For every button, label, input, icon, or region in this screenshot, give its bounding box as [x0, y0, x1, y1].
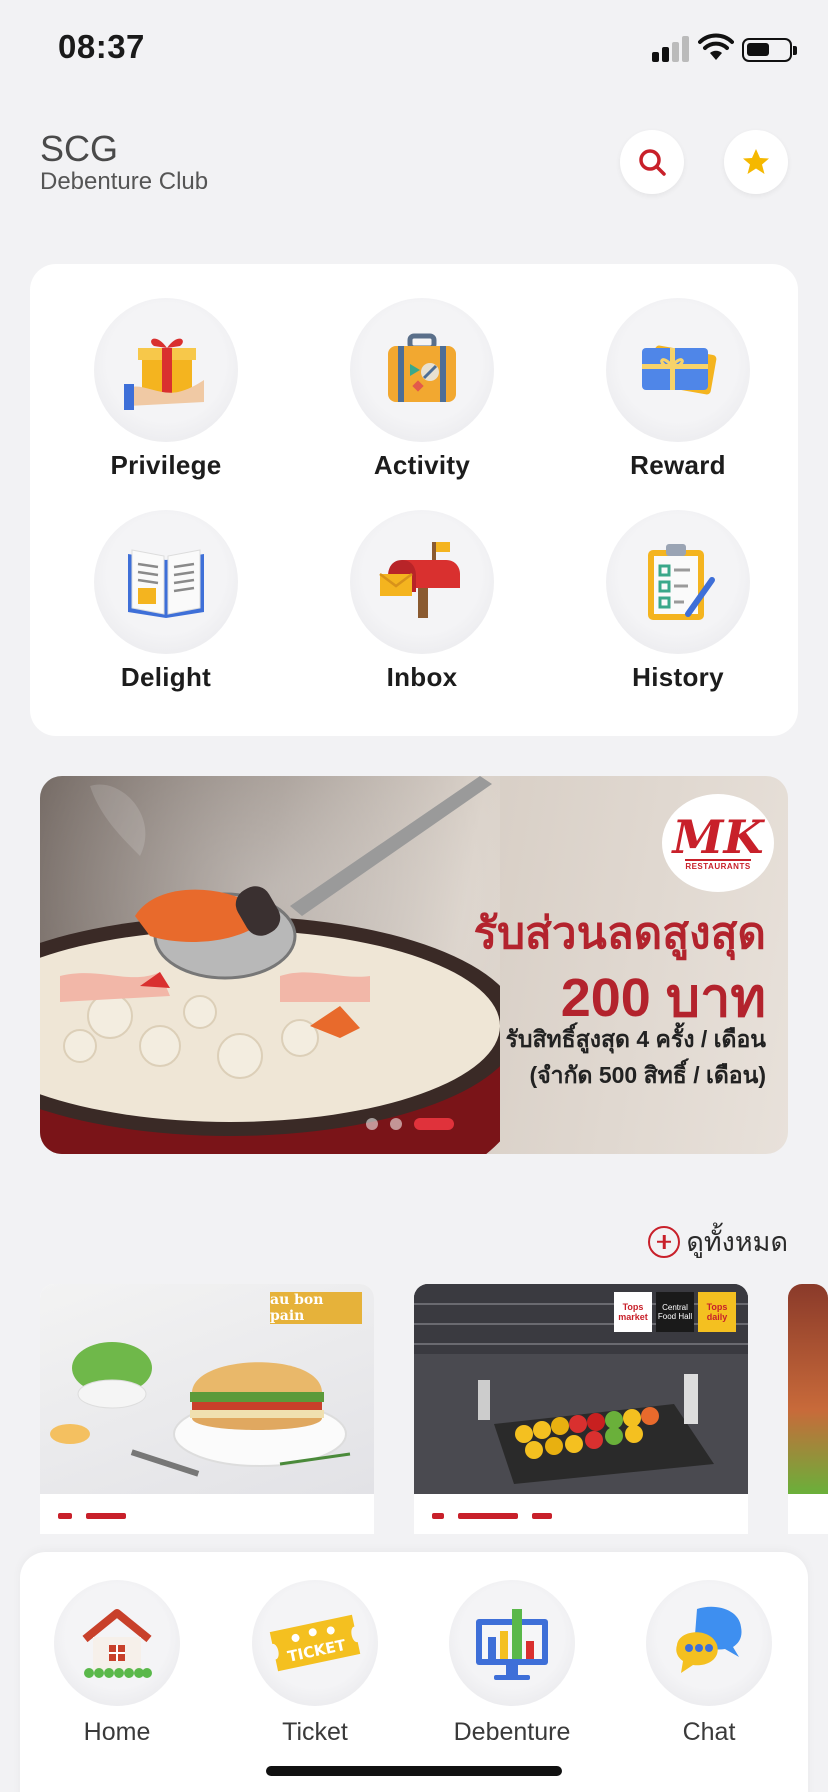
battery-icon — [742, 38, 792, 62]
tops-tags: Tops market Central Food Hall Tops daily — [614, 1292, 736, 1332]
battery-tip — [793, 46, 797, 55]
menu-privilege[interactable]: Privilege — [66, 298, 266, 488]
promo-card[interactable]: Tops market Central Food Hall Tops daily — [414, 1284, 748, 1534]
card-title — [432, 1506, 672, 1519]
au-bon-pain-tag: au bon pain — [270, 1292, 362, 1324]
gift-icon — [124, 338, 204, 410]
menu-label: Privilege — [110, 450, 222, 480]
nav-ticket[interactable]: TICKET Ticket — [230, 1580, 400, 1747]
promo-card-partial[interactable] — [788, 1284, 828, 1534]
monitor-chart-icon — [476, 1609, 548, 1680]
app-title: SCG — [40, 128, 119, 169]
mk-logo-sub: RESTAURANTS — [685, 859, 751, 871]
cellular-signal-icon — [652, 36, 690, 62]
carousel-dots[interactable] — [366, 1118, 454, 1130]
card-title — [58, 1506, 298, 1519]
suitcase-icon — [388, 333, 456, 402]
status-time: 08:37 — [58, 28, 145, 65]
menu-inbox[interactable]: Inbox — [322, 510, 522, 700]
nav-label: Ticket — [282, 1718, 348, 1746]
nav-chat[interactable]: Chat — [624, 1580, 794, 1747]
menu-label: Reward — [630, 450, 726, 480]
menu-label: History — [632, 662, 724, 692]
carousel-dot-active[interactable] — [414, 1118, 454, 1130]
sandwich-image: au bon pain — [40, 1284, 374, 1494]
mailbox-icon — [379, 542, 460, 618]
home-indicator[interactable] — [266, 1766, 562, 1776]
nav-label: Home — [83, 1718, 151, 1746]
menu-card: Privilege Activity Reward Delight Inbox … — [30, 264, 798, 736]
banner-limit: (จำกัด 500 สิทธิ์ / เดือน) — [529, 1062, 766, 1088]
central-food-hall-tag: Central Food Hall — [656, 1292, 694, 1332]
nav-label: Debenture — [453, 1718, 571, 1746]
wifi-icon — [698, 33, 734, 60]
see-all-label: ดูทั้งหมด — [686, 1227, 788, 1257]
menu-activity[interactable]: Activity — [322, 298, 522, 488]
menu-history[interactable]: History — [578, 510, 778, 700]
carousel-dot[interactable] — [366, 1118, 378, 1130]
menu-delight[interactable]: Delight — [66, 510, 266, 700]
plus-circle-icon — [648, 1225, 681, 1258]
book-icon — [128, 549, 204, 618]
clipboard-icon — [648, 544, 715, 620]
search-button[interactable] — [620, 130, 684, 194]
hotpot-image — [40, 776, 500, 1154]
status-bar: 08:37 — [0, 0, 828, 100]
mk-logo: MK RESTAURANTS — [662, 794, 774, 892]
nav-home[interactable]: Home — [32, 1580, 202, 1747]
house-icon — [82, 1609, 152, 1678]
gift-card-icon — [642, 345, 717, 395]
star-icon — [743, 149, 769, 174]
banner-condition: รับสิทธิ์สูงสุด 4 ครั้ง / เดือน — [505, 1026, 766, 1052]
menu-label: Activity — [373, 450, 471, 480]
ticket-icon: TICKET — [269, 1614, 361, 1672]
menu-reward[interactable]: Reward — [578, 298, 778, 488]
promo-card[interactable]: au bon pain — [40, 1284, 374, 1534]
carousel-dot[interactable] — [390, 1118, 402, 1130]
menu-label: Delight — [120, 662, 212, 692]
favorites-button[interactable] — [724, 130, 788, 194]
chat-bubbles-icon — [676, 1606, 742, 1673]
bottom-nav: Home TICKET Ticket Debenture Chat — [20, 1552, 808, 1792]
supermarket-image: Tops market Central Food Hall Tops daily — [414, 1284, 748, 1494]
food-image — [788, 1284, 828, 1494]
mk-logo-text: MK — [672, 810, 764, 864]
menu-label: Inbox — [386, 662, 458, 692]
tops-market-tag: Tops market — [614, 1292, 652, 1332]
see-all-link[interactable]: ดูทั้งหมด — [648, 1220, 788, 1263]
promo-banner[interactable]: MK RESTAURANTS รับส่วนลดสูงสุด 200 บาท ร… — [40, 776, 788, 1154]
nav-label: Chat — [682, 1718, 736, 1746]
nav-debenture[interactable]: Debenture — [427, 1580, 597, 1747]
app-subtitle: Debenture Club — [40, 168, 209, 195]
tops-daily-tag: Tops daily — [698, 1292, 736, 1332]
search-icon — [639, 149, 666, 176]
